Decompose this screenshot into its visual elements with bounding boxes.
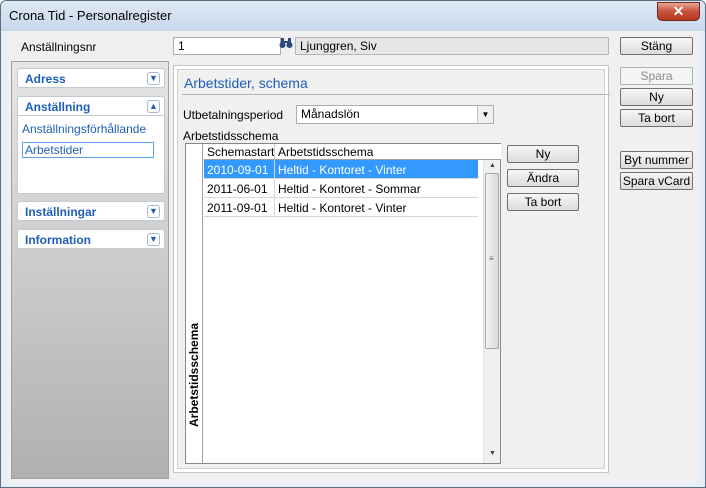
nav-section-anstallning[interactable]: Anställning ▲	[17, 96, 165, 116]
dropdown-arrow-icon[interactable]: ▼	[477, 106, 493, 123]
nav-item-anstallningsforhallande[interactable]: Anställningsförhållande	[22, 122, 146, 136]
client-area: Anställningsnr 1 Ljunggren, Siv Stäng Ad…	[7, 31, 699, 483]
app-window: Crona Tid - Personalregister ✕ Anställni…	[0, 0, 706, 488]
schedule-grid-tab[interactable]: Arbetstidsschema	[186, 144, 203, 463]
scroll-up-icon[interactable]: ▲	[489, 162, 496, 169]
cell-divider	[274, 198, 275, 216]
grid-scrollbar[interactable]: ▲ ≡ ▼	[483, 160, 500, 463]
new-employee-button[interactable]: Ny	[620, 88, 693, 106]
employee-number-label: Anställningsnr	[21, 40, 97, 54]
cell-start: 2011-06-01	[207, 182, 268, 196]
column-header-arbetstidsschema[interactable]: Arbetstidsschema	[275, 144, 501, 160]
save-vcard-button[interactable]: Spara vCard	[620, 172, 693, 190]
window-title: Crona Tid - Personalregister	[9, 8, 172, 23]
close-icon: ✕	[672, 3, 685, 19]
section-divider	[182, 94, 610, 95]
nav-anstallning-panel: Anställningsförhållande Arbetstider	[17, 116, 165, 194]
grip-icon: ≡	[489, 254, 494, 263]
window-close-button[interactable]: ✕	[657, 2, 700, 21]
schedule-grid-tab-label: Arbetstidsschema	[187, 322, 201, 427]
schedule-grid: Arbetstidsschema Schemastart Arbetstidss…	[185, 143, 501, 464]
payout-period-value: Månadslön	[301, 107, 360, 121]
employee-number-field[interactable]: 1	[173, 37, 281, 55]
close-button[interactable]: Stäng	[620, 37, 693, 55]
employee-name-display: Ljunggren, Siv	[295, 37, 609, 55]
cell-divider	[274, 179, 275, 197]
cell-start: 2010-09-01	[207, 163, 269, 177]
grid-new-button[interactable]: Ny	[507, 145, 579, 163]
column-header-schemastart[interactable]: Schemastart	[204, 144, 275, 160]
table-row[interactable]: 2011-06-01 Heltid - Kontoret - Sommar	[204, 179, 478, 198]
table-row[interactable]: 2010-09-01 Heltid - Kontoret - Vinter	[204, 160, 478, 179]
cell-divider	[274, 160, 275, 178]
binoculars-icon[interactable]	[278, 37, 294, 55]
nav-item-arbetstider[interactable]: Arbetstider	[22, 142, 154, 158]
payout-period-select[interactable]: Månadslön ▼	[296, 105, 494, 124]
main-panel: Arbetstider, schema Utbetalningsperiod M…	[173, 65, 610, 473]
nav-section-label: Anställning	[25, 100, 91, 114]
table-row[interactable]: 2011-09-01 Heltid - Kontoret - Vinter	[204, 198, 478, 217]
nav-section-label: Information	[25, 233, 91, 247]
cell-schedule: Heltid - Kontoret - Vinter	[278, 201, 407, 215]
main-content: Arbetstider, schema Utbetalningsperiod M…	[177, 69, 610, 469]
cell-start: 2011-09-01	[207, 201, 268, 215]
grid-delete-button[interactable]: Ta bort	[507, 193, 579, 211]
save-button[interactable]: Spara	[620, 67, 693, 85]
scrollbar-thumb[interactable]: ≡	[485, 173, 499, 349]
nav-section-adress[interactable]: Adress ▼	[17, 68, 165, 88]
nav-section-installningar[interactable]: Inställningar ▼	[17, 201, 165, 221]
sidebar: Adress ▼ Anställning ▲ Anställningsförhå…	[11, 61, 169, 479]
chevron-down-icon[interactable]: ▼	[147, 205, 160, 218]
nav-section-label: Adress	[25, 72, 66, 86]
nav-section-information[interactable]: Information ▼	[17, 229, 165, 249]
schedule-grid-label: Arbetstidsschema	[183, 129, 279, 143]
scroll-down-icon[interactable]: ▼	[489, 450, 496, 457]
employee-bar: Anställningsnr 1 Ljunggren, Siv Stäng	[7, 31, 699, 59]
section-title: Arbetstider, schema	[184, 75, 308, 91]
cell-schedule: Heltid - Kontoret - Vinter	[278, 163, 407, 177]
delete-employee-button[interactable]: Ta bort	[620, 109, 693, 127]
chevron-down-icon[interactable]: ▼	[147, 72, 160, 85]
change-number-button[interactable]: Byt nummer	[620, 151, 693, 169]
title-bar: Crona Tid - Personalregister ✕	[1, 1, 705, 31]
grid-edit-button[interactable]: Ändra	[507, 169, 579, 187]
chevron-down-icon[interactable]: ▼	[147, 233, 160, 246]
cell-schedule: Heltid - Kontoret - Sommar	[278, 182, 421, 196]
nav-section-label: Inställningar	[25, 205, 97, 219]
payout-period-label: Utbetalningsperiod	[183, 108, 284, 122]
chevron-up-icon[interactable]: ▲	[147, 100, 160, 113]
